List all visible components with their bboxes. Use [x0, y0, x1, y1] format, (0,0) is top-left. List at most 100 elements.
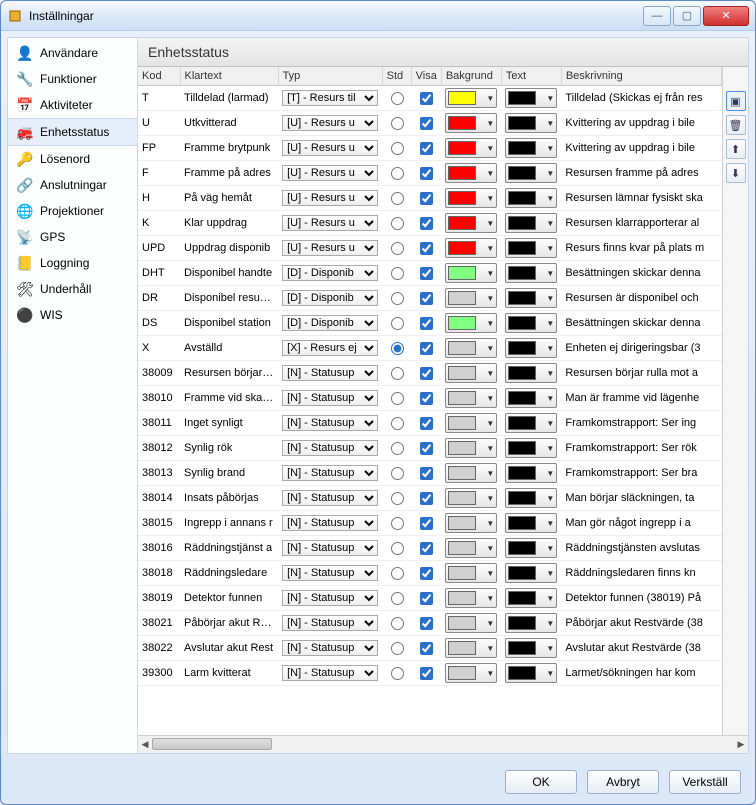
text-color-picker[interactable]: ▼ — [505, 638, 557, 658]
grid-scroll[interactable]: Kod Klartext Typ Std Visa Bakgrund Text … — [138, 67, 722, 735]
std-radio[interactable] — [391, 642, 404, 655]
table-row[interactable]: 38022Avslutar akut Rest[N] - Statusup▼▼A… — [138, 636, 722, 661]
typ-select[interactable]: [N] - Statusup — [282, 665, 378, 681]
sidebar-item-funktioner[interactable]: 🔧Funktioner — [8, 66, 137, 92]
bg-color-picker[interactable]: ▼ — [445, 488, 497, 508]
bg-color-picker[interactable]: ▼ — [445, 188, 497, 208]
std-radio[interactable] — [391, 542, 404, 555]
std-radio[interactable] — [391, 167, 404, 180]
select-all-button[interactable]: ▣ — [726, 91, 746, 111]
visa-checkbox[interactable] — [420, 217, 433, 230]
visa-checkbox[interactable] — [420, 492, 433, 505]
typ-select[interactable]: [N] - Statusup — [282, 640, 378, 656]
text-color-picker[interactable]: ▼ — [505, 263, 557, 283]
sidebar-item-loggning[interactable]: 📒Loggning — [8, 250, 137, 276]
sidebar-item-lösenord[interactable]: 🔑Lösenord — [8, 146, 137, 172]
std-radio[interactable] — [391, 292, 404, 305]
sidebar-item-wis[interactable]: ⚫WIS — [8, 302, 137, 328]
visa-checkbox[interactable] — [420, 342, 433, 355]
bg-color-picker[interactable]: ▼ — [445, 138, 497, 158]
std-radio[interactable] — [391, 617, 404, 630]
std-radio[interactable] — [391, 467, 404, 480]
table-row[interactable]: 38013Synlig brand[N] - Statusup▼▼Framkom… — [138, 461, 722, 486]
std-radio[interactable] — [391, 442, 404, 455]
text-color-picker[interactable]: ▼ — [505, 213, 557, 233]
bg-color-picker[interactable]: ▼ — [445, 263, 497, 283]
typ-select[interactable]: [N] - Statusup — [282, 565, 378, 581]
typ-select[interactable]: [N] - Statusup — [282, 490, 378, 506]
bg-color-picker[interactable]: ▼ — [445, 313, 497, 333]
table-row[interactable]: 38016Räddningstjänst a[N] - Statusup▼▼Rä… — [138, 536, 722, 561]
table-row[interactable]: 39300Larm kvitterat[N] - Statusup▼▼Larme… — [138, 661, 722, 686]
cancel-button[interactable]: Avbryt — [587, 770, 659, 794]
bg-color-picker[interactable]: ▼ — [445, 113, 497, 133]
text-color-picker[interactable]: ▼ — [505, 513, 557, 533]
bg-color-picker[interactable]: ▼ — [445, 288, 497, 308]
text-color-picker[interactable]: ▼ — [505, 538, 557, 558]
sidebar-item-projektioner[interactable]: 🌐Projektioner — [8, 198, 137, 224]
visa-checkbox[interactable] — [420, 417, 433, 430]
typ-select[interactable]: [N] - Statusup — [282, 390, 378, 406]
move-up-button[interactable]: ⬆ — [726, 139, 746, 159]
visa-checkbox[interactable] — [420, 117, 433, 130]
typ-select[interactable]: [D] - Disponib — [282, 265, 378, 281]
table-row[interactable]: 38010Framme vid skade[N] - Statusup▼▼Man… — [138, 386, 722, 411]
col-kod[interactable]: Kod — [138, 67, 180, 86]
bg-color-picker[interactable]: ▼ — [445, 388, 497, 408]
std-radio[interactable] — [391, 217, 404, 230]
bg-color-picker[interactable]: ▼ — [445, 563, 497, 583]
visa-checkbox[interactable] — [420, 517, 433, 530]
text-color-picker[interactable]: ▼ — [505, 313, 557, 333]
visa-checkbox[interactable] — [420, 317, 433, 330]
bg-color-picker[interactable]: ▼ — [445, 338, 497, 358]
typ-select[interactable]: [N] - Statusup — [282, 415, 378, 431]
visa-checkbox[interactable] — [420, 267, 433, 280]
bg-color-picker[interactable]: ▼ — [445, 663, 497, 683]
visa-checkbox[interactable] — [420, 167, 433, 180]
visa-checkbox[interactable] — [420, 542, 433, 555]
std-radio[interactable] — [391, 417, 404, 430]
sidebar-item-aktiviteter[interactable]: 📅Aktiviteter — [8, 92, 137, 118]
table-row[interactable]: 38021Påbörjar akut Rest[N] - Statusup▼▼P… — [138, 611, 722, 636]
typ-select[interactable]: [N] - Statusup — [282, 540, 378, 556]
table-row[interactable]: 38018Räddningsledare[N] - Statusup▼▼Rädd… — [138, 561, 722, 586]
visa-checkbox[interactable] — [420, 242, 433, 255]
std-radio[interactable] — [391, 592, 404, 605]
text-color-picker[interactable]: ▼ — [505, 663, 557, 683]
typ-select[interactable]: [T] - Resurs til — [282, 90, 378, 106]
typ-select[interactable]: [U] - Resurs u — [282, 165, 378, 181]
text-color-picker[interactable]: ▼ — [505, 363, 557, 383]
bg-color-picker[interactable]: ▼ — [445, 513, 497, 533]
typ-select[interactable]: [U] - Resurs u — [282, 215, 378, 231]
table-row[interactable]: FFramme på adres[U] - Resurs u▼▼Resursen… — [138, 161, 722, 186]
typ-select[interactable]: [N] - Statusup — [282, 440, 378, 456]
text-color-picker[interactable]: ▼ — [505, 113, 557, 133]
text-color-picker[interactable]: ▼ — [505, 563, 557, 583]
visa-checkbox[interactable] — [420, 617, 433, 630]
visa-checkbox[interactable] — [420, 567, 433, 580]
horizontal-scrollbar[interactable]: ◀ ▶ — [138, 735, 748, 753]
table-row[interactable]: 38019Detektor funnen[N] - Statusup▼▼Dete… — [138, 586, 722, 611]
maximize-button[interactable]: ▢ — [673, 6, 701, 26]
visa-checkbox[interactable] — [420, 442, 433, 455]
bg-color-picker[interactable]: ▼ — [445, 413, 497, 433]
scroll-thumb[interactable] — [152, 738, 272, 750]
table-row[interactable]: 38009Resursen börjar ru[N] - Statusup▼▼R… — [138, 361, 722, 386]
bg-color-picker[interactable]: ▼ — [445, 363, 497, 383]
table-row[interactable]: 38012Synlig rök[N] - Statusup▼▼Framkomst… — [138, 436, 722, 461]
table-row[interactable]: 38014Insats påbörjas[N] - Statusup▼▼Man … — [138, 486, 722, 511]
typ-select[interactable]: [N] - Statusup — [282, 615, 378, 631]
typ-select[interactable]: [U] - Resurs u — [282, 240, 378, 256]
std-radio[interactable] — [391, 517, 404, 530]
table-row[interactable]: UPDUppdrag disponib[U] - Resurs u▼▼Resur… — [138, 236, 722, 261]
std-radio[interactable] — [391, 567, 404, 580]
col-klartext[interactable]: Klartext — [180, 67, 278, 86]
text-color-picker[interactable]: ▼ — [505, 88, 557, 108]
table-row[interactable]: HPå väg hemåt[U] - Resurs u▼▼Resursen lä… — [138, 186, 722, 211]
std-radio[interactable] — [391, 117, 404, 130]
titlebar[interactable]: Inställningar — ▢ ✕ — [1, 1, 755, 31]
typ-select[interactable]: [N] - Statusup — [282, 515, 378, 531]
scroll-right-arrow[interactable]: ▶ — [734, 737, 748, 751]
table-row[interactable]: 38015Ingrepp i annans r[N] - Statusup▼▼M… — [138, 511, 722, 536]
typ-select[interactable]: [N] - Statusup — [282, 365, 378, 381]
